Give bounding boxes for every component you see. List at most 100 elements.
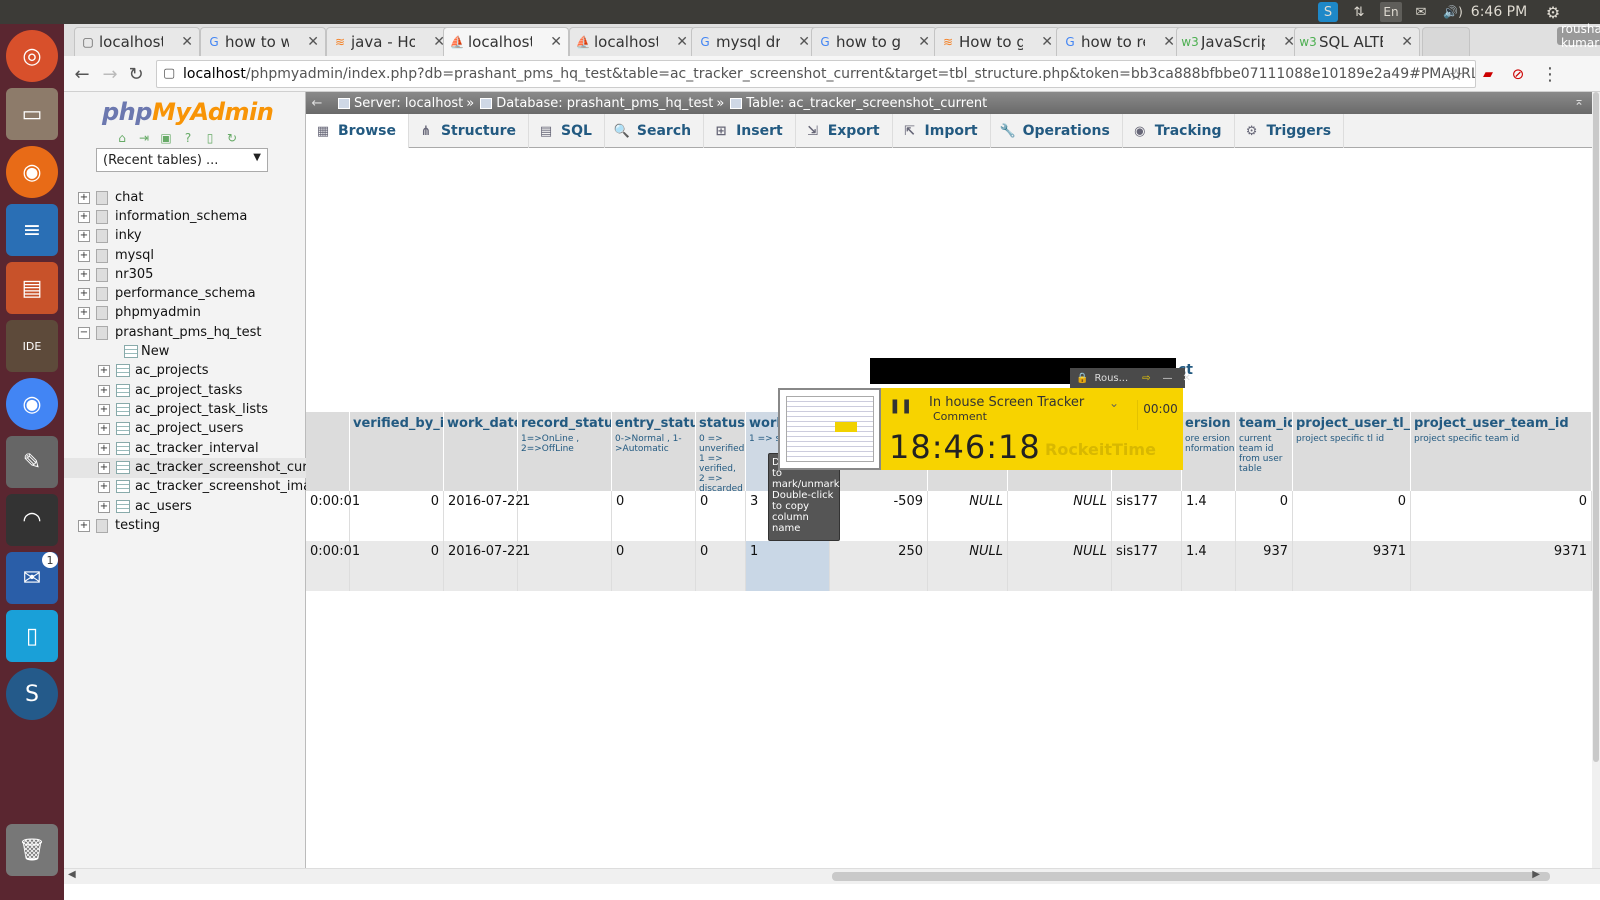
table-cell[interactable]: 1.4 [1182,491,1236,541]
browser-tab[interactable]: ⛵ localhost ✕ [443,27,569,56]
logout-icon[interactable]: ⇥ [136,130,152,146]
breadcrumb-database[interactable]: Database: prashant_pms_hq_test [480,96,713,111]
table-cell[interactable]: 250 [830,541,928,591]
tracker-titlebar[interactable]: 🔒 Rous... ⇨ — ✕ [1070,368,1191,388]
tree-db-item[interactable]: + mysql [64,246,306,266]
expand-icon[interactable]: + [78,211,90,223]
table-cell[interactable]: NULL [1008,491,1112,541]
close-icon[interactable]: ✕ [918,34,930,50]
expand-icon[interactable]: + [98,385,110,397]
expand-icon[interactable]: + [98,423,110,435]
table-cell[interactable]: -509 [830,491,928,541]
table-cell[interactable]: NULL [928,491,1008,541]
expand-icon[interactable]: + [78,269,90,281]
expand-icon[interactable]: + [78,192,90,204]
tree-db-item[interactable]: + phpmyadmin [64,303,306,323]
tree-db-item[interactable]: − prashant_pms_hq_test [64,323,306,343]
table-row[interactable]: 0:00:01 0 2016-07-22 1 0 0 1 250 NULL NULL sis177 1… [306,541,1592,591]
expand-icon[interactable]: + [78,520,90,532]
tab-structure[interactable]: ⋔ Structure [409,114,529,148]
scroll-left-icon[interactable]: ◀ [68,869,76,880]
mail-icon[interactable]: ✉ [1410,2,1432,22]
logout-icon[interactable]: ⇨ [1142,373,1150,384]
table-cell[interactable]: 1 [518,541,612,591]
expand-icon[interactable]: + [98,501,110,513]
column-header[interactable]: record_status 1=>OnLine , 2=>OffLine [518,412,612,491]
table-cell[interactable]: 0 [350,541,444,591]
table-cell[interactable]: 0 [1411,491,1592,541]
tab-operations[interactable]: 🔧 Operations [991,114,1123,148]
tab-sql[interactable]: ▤ SQL [529,114,605,148]
menu-icon[interactable]: ⋮ [1538,62,1562,86]
tree-table-item[interactable]: + ac_project_tasks [64,381,306,401]
ubuntu-dash-icon[interactable]: ◎ [6,30,58,82]
close-icon[interactable]: ✕ [307,34,319,50]
tab-tracking[interactable]: ◉ Tracking [1123,114,1235,148]
browser-tab[interactable]: Ghow to re ✕ [1056,27,1182,56]
table-cell[interactable]: 2016-07-22 [444,541,524,591]
clock[interactable]: 6:46 PM [1469,2,1529,22]
pma-logo[interactable]: phpMyAdmin [102,98,274,126]
tab-insert[interactable]: ⊞ Insert [704,114,796,148]
close-icon[interactable]: ✕ [798,34,810,50]
scroll-thumb[interactable] [832,872,1550,881]
reload-icon[interactable]: ↻ [124,62,148,86]
expand-icon[interactable]: + [78,288,90,300]
table-cell[interactable]: 0 [696,491,746,541]
table-cell[interactable]: sis177 [1112,541,1182,591]
star-icon[interactable]: ☆ [1444,62,1468,86]
close-icon[interactable]: ✕ [1041,34,1053,50]
table-cell[interactable]: 0 [1236,491,1293,541]
tree-table-item[interactable]: + ac_tracker_interval [64,439,306,459]
horizontal-scrollbar[interactable]: ◀ ▶ [64,868,1600,884]
new-tab-button[interactable] [1422,27,1470,56]
browser-tab[interactable]: Gmysql dr ✕ [691,27,817,56]
table-cell[interactable]: 0 [1293,491,1411,541]
tracker-task[interactable]: In house Screen Tracker [929,395,1084,410]
text-editor-icon[interactable]: ✎ [6,436,58,488]
tree-db-item[interactable]: + nr305 [64,265,306,285]
table-cell[interactable]: sis177 [1112,491,1182,541]
recent-tables-select[interactable]: (Recent tables) ... ▼ [96,148,268,172]
profile-user-badge[interactable]: roushan kumar [1557,22,1600,50]
table-cell[interactable]: NULL [1008,541,1112,591]
browser-tab[interactable]: ≋ How to g ✕ [934,27,1060,56]
table-cell[interactable]: 0 [696,541,746,591]
browser-tab[interactable]: w3 SQL ALTE ✕ [1294,27,1420,56]
firefox-icon[interactable]: ◉ [6,146,58,198]
impress-icon[interactable]: ▤ [6,262,58,314]
docs-icon[interactable]: ▯ [202,130,218,146]
expand-icon[interactable]: + [98,462,110,474]
tracker-screenshot-thumbnail[interactable] [778,388,881,470]
table-cell[interactable]: 9371 [1293,541,1411,591]
breadcrumb-server[interactable]: Server: localhost [338,96,463,111]
rockeit-icon[interactable]: ▯ [6,610,58,662]
table-cell[interactable]: 9371 [1411,541,1592,591]
tree-table-item[interactable]: + ac_users [64,497,306,517]
column-header[interactable]: project_user_team_id project specific tea… [1411,412,1592,491]
breadcrumb-table[interactable]: Table: ac_tracker_screenshot_current [730,96,987,111]
column-header[interactable]: work_date [444,412,518,491]
tree-table-item[interactable]: + ac_projects [64,361,306,381]
table-cell[interactable]: 2016-07-22 [444,491,524,541]
column-header[interactable]: status 0 => unverified, 1 => verified, 2 … [696,412,746,491]
query-window-icon[interactable]: ▣ [158,130,174,146]
table-cell[interactable]: 0 [350,491,444,541]
column-header[interactable] [306,412,350,491]
trash-icon[interactable]: 🗑 [6,824,58,876]
column-header[interactable]: entry_status 0->Normal , 1->Automatic [612,412,696,491]
keyboard-layout-indicator[interactable]: En [1380,2,1402,22]
browser-tab[interactable]: ▢ localhost ✕ [74,27,200,56]
close-icon[interactable]: ✕ [676,34,688,50]
files-icon[interactable]: ▭ [6,88,58,140]
extension-icon[interactable]: ▰ [1476,62,1500,86]
url-input[interactable]: ▢ localhost/phpmyadmin/index.php?db=pras… [156,60,1476,88]
table-cell[interactable]: 0:00:01 [306,541,360,591]
speedometer-icon[interactable]: ◠ [6,494,58,546]
browser-tab[interactable]: ⛵ localhost ✕ [569,27,695,56]
expand-icon[interactable]: + [78,307,90,319]
tab-triggers[interactable]: ⚙ Triggers [1235,114,1345,148]
vertical-scrollbar[interactable] [1592,92,1600,868]
column-header[interactable]: ersion ore ersion nformation [1182,412,1236,491]
chevron-down-icon[interactable]: ⌄ [1109,396,1119,410]
